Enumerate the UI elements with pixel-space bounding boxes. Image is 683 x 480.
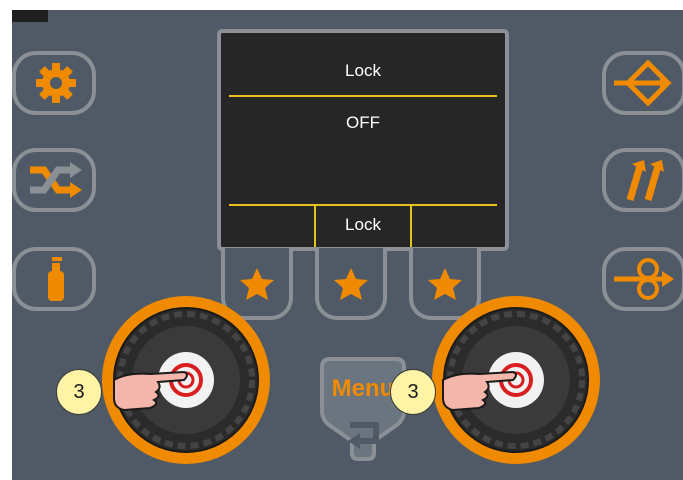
two-step-icon	[626, 160, 664, 201]
hand-pointer-icon	[113, 370, 188, 412]
gear-icon	[36, 63, 76, 103]
step-badge-left: 3	[56, 369, 102, 415]
trigger-mode-button[interactable]	[602, 148, 683, 212]
step-badge-right: 3	[390, 369, 436, 415]
wire-feed-button[interactable]	[602, 51, 683, 115]
settings-button[interactable]	[12, 51, 96, 115]
favorite-button-2[interactable]	[315, 248, 387, 320]
hand-pointer-icon	[442, 370, 517, 412]
shuffle-icon	[30, 162, 82, 198]
menu-button[interactable]: Menu	[318, 355, 408, 463]
right-press-hand	[439, 362, 523, 418]
wire-inch-icon	[614, 258, 674, 300]
star-icon	[334, 268, 368, 300]
gas-button[interactable]	[12, 247, 96, 311]
screen-title: Lock	[345, 61, 381, 80]
softkey-separator	[410, 204, 412, 247]
gas-bottle-icon	[48, 257, 64, 301]
left-press-hand	[110, 362, 194, 418]
mode-shuffle-button[interactable]	[12, 148, 96, 212]
control-panel: Lock OFF Lock Menu 3 3	[12, 10, 683, 480]
wire-feed-icon	[614, 59, 672, 107]
softkey-divider	[229, 204, 497, 206]
title-divider	[229, 95, 497, 97]
wire-inch-button[interactable]	[602, 247, 683, 311]
display-screen: Lock OFF Lock	[217, 29, 509, 251]
softkey-label-2: Lock	[345, 215, 381, 234]
corner-tab	[12, 10, 48, 22]
screen-value: OFF	[346, 113, 380, 132]
